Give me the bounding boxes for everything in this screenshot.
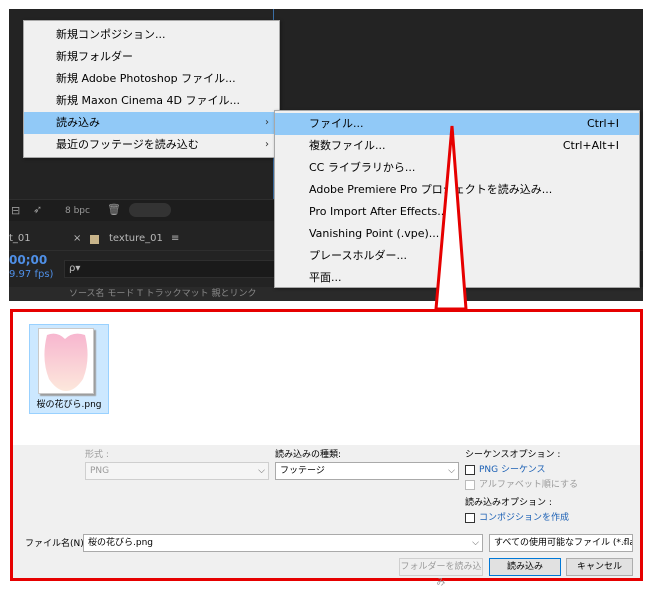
chevron-down-icon: ⌵ bbox=[622, 538, 629, 548]
file-list-area[interactable]: 桜の花びら.png bbox=[13, 312, 640, 445]
project-panel-footer: ⊟ ➶ 8 bpc 🗑 bbox=[9, 199, 274, 221]
alpha-order-checkbox bbox=[465, 480, 475, 490]
menu-item-label: 新規 Adobe Photoshop ファイル... bbox=[56, 72, 236, 85]
file-name-label: 桜の花びら.png bbox=[36, 400, 102, 410]
chevron-down-icon: ⌵ bbox=[258, 466, 265, 476]
submenu-arrow-icon: › bbox=[265, 117, 269, 128]
import-file-dialog: 桜の花びら.png 形式 : PNG ⌵ 読み込みの種類: フッテージ ⌵ シーケン… bbox=[10, 309, 643, 588]
chevron-down-icon: ⌵ bbox=[472, 538, 479, 548]
png-sequence-label[interactable]: PNG シーケンス bbox=[479, 464, 546, 476]
menu-item-import[interactable]: 読み込み › bbox=[24, 112, 279, 134]
menu-item-new-photoshop-file[interactable]: 新規 Adobe Photoshop ファイル... bbox=[24, 68, 279, 90]
menu-item-new-cinema4d-file[interactable]: 新規 Maxon Cinema 4D ファイル... bbox=[24, 90, 279, 112]
menu-item-label: プレースホルダー... bbox=[309, 249, 407, 262]
submenu-item-multiple-files[interactable]: 複数ファイル... Ctrl+Alt+I bbox=[275, 135, 639, 157]
screenshot-root: ⊟ ➶ 8 bpc 🗑 t_01 × texture_01 ≡ 00;00 9.… bbox=[0, 0, 655, 593]
menu-item-label: 新規コンポジション... bbox=[56, 28, 166, 41]
import-as-value: フッテージ bbox=[280, 466, 325, 476]
trash-icon[interactable]: 🗑 bbox=[107, 203, 121, 217]
shortcut-label: Ctrl+I bbox=[586, 117, 619, 130]
format-label: 形式 : bbox=[85, 450, 109, 460]
menu-item-new-composition[interactable]: 新規コンポジション... bbox=[24, 24, 279, 46]
import-as-select[interactable]: フッテージ ⌵ bbox=[275, 462, 459, 480]
import-options-label: 読み込みオプション : bbox=[465, 498, 552, 508]
thumbnail-slider[interactable] bbox=[129, 203, 171, 217]
import-button[interactable]: 読み込み bbox=[489, 558, 561, 576]
import-as-label: 読み込みの種類: bbox=[275, 450, 342, 460]
file-item[interactable]: 桜の花びら.png bbox=[29, 324, 109, 414]
import-folder-button: フォルダーを読み込み bbox=[399, 558, 483, 588]
menu-item-label: 新規フォルダー bbox=[56, 50, 133, 63]
submenu-arrow-icon: › bbox=[265, 139, 269, 150]
png-sequence-checkbox[interactable] bbox=[465, 465, 475, 475]
menu-item-label: Adobe Premiere Pro プロジェクトを読み込み... bbox=[309, 183, 553, 196]
submenu-item-placeholder[interactable]: プレースホルダー... bbox=[275, 245, 639, 267]
timeline-search-input[interactable]: ρ▾ bbox=[64, 260, 279, 278]
timecode[interactable]: 00;00 bbox=[9, 253, 47, 267]
bit-depth-label[interactable]: 8 bpc bbox=[65, 204, 90, 218]
menu-item-label: CC ライブラリから... bbox=[309, 161, 416, 174]
submenu-item-premiere-project[interactable]: Adobe Premiere Pro プロジェクトを読み込み... bbox=[275, 179, 639, 201]
menu-item-label: Vanishing Point (.vpe)... bbox=[309, 227, 440, 240]
menu-item-import-recent-footage[interactable]: 最近のフッテージを読み込む › bbox=[24, 134, 279, 156]
submenu-item-cc-libraries[interactable]: CC ライブラリから... bbox=[275, 157, 639, 179]
submenu-item-file[interactable]: ファイル... Ctrl+I bbox=[275, 113, 639, 135]
format-value: PNG bbox=[90, 466, 110, 476]
submenu-item-vanishing-point[interactable]: Vanishing Point (.vpe)... bbox=[275, 223, 639, 245]
composition-icon bbox=[90, 235, 99, 244]
create-composition-checkbox[interactable] bbox=[465, 513, 475, 523]
menu-item-label: 最近のフッテージを読み込む bbox=[56, 138, 199, 151]
interpret-footage-icon[interactable]: ⊟ bbox=[11, 204, 20, 218]
menu-item-label: 複数ファイル... bbox=[309, 139, 386, 152]
import-submenu: ファイル... Ctrl+I 複数ファイル... Ctrl+Alt+I CC ライブ… bbox=[274, 110, 640, 288]
filetype-select[interactable]: すべての使用可能なファイル (*.fla;* ⌵ bbox=[489, 534, 633, 552]
create-composition-label[interactable]: コンポジションを作成 bbox=[479, 512, 569, 524]
format-select: PNG ⌵ bbox=[85, 462, 269, 480]
file-thumbnail bbox=[38, 328, 94, 394]
filename-label: ファイル名(N): bbox=[25, 539, 87, 549]
flowchart-icon[interactable]: ➶ bbox=[33, 203, 42, 217]
submenu-item-pro-import[interactable]: Pro Import After Effects... bbox=[275, 201, 639, 223]
timeline-column-headers: ソース名 モード T トラックマット 親とリンク bbox=[9, 287, 643, 301]
submenu-item-solid[interactable]: 平面... bbox=[275, 267, 639, 289]
cancel-button[interactable]: キャンセル bbox=[566, 558, 633, 576]
filetype-value: すべての使用可能なファイル (*.fla;* bbox=[494, 538, 633, 548]
menu-item-label: 新規 Maxon Cinema 4D ファイル... bbox=[56, 94, 240, 107]
menu-item-label: ファイル... bbox=[309, 117, 364, 130]
filename-input[interactable]: 桜の花びら.png ⌵ bbox=[83, 534, 483, 552]
filename-value: 桜の花びら.png bbox=[88, 538, 153, 548]
tab-texture[interactable]: texture_01 bbox=[109, 232, 163, 246]
file-menu: 新規コンポジション... 新規フォルダー 新規 Adobe Photoshop … bbox=[23, 20, 280, 158]
alpha-order-label: アルファベット順にする bbox=[479, 480, 579, 490]
tab-close-icon[interactable]: × bbox=[73, 232, 81, 246]
sequence-options-label: シーケンスオプション : bbox=[465, 450, 561, 460]
menu-item-label: 読み込み bbox=[56, 116, 100, 129]
shortcut-label: Ctrl+Alt+I bbox=[562, 139, 619, 152]
tab-prev[interactable]: t_01 bbox=[9, 232, 31, 246]
search-icon: ρ▾ bbox=[69, 263, 81, 274]
tab-menu-icon[interactable]: ≡ bbox=[171, 232, 179, 246]
menu-item-label: Pro Import After Effects... bbox=[309, 205, 448, 218]
menu-item-label: 平面... bbox=[309, 271, 342, 284]
frame-rate: 9.97 fps) bbox=[9, 269, 54, 280]
petal-image bbox=[44, 333, 88, 391]
menu-item-new-folder[interactable]: 新規フォルダー bbox=[24, 46, 279, 68]
chevron-down-icon: ⌵ bbox=[448, 466, 455, 476]
